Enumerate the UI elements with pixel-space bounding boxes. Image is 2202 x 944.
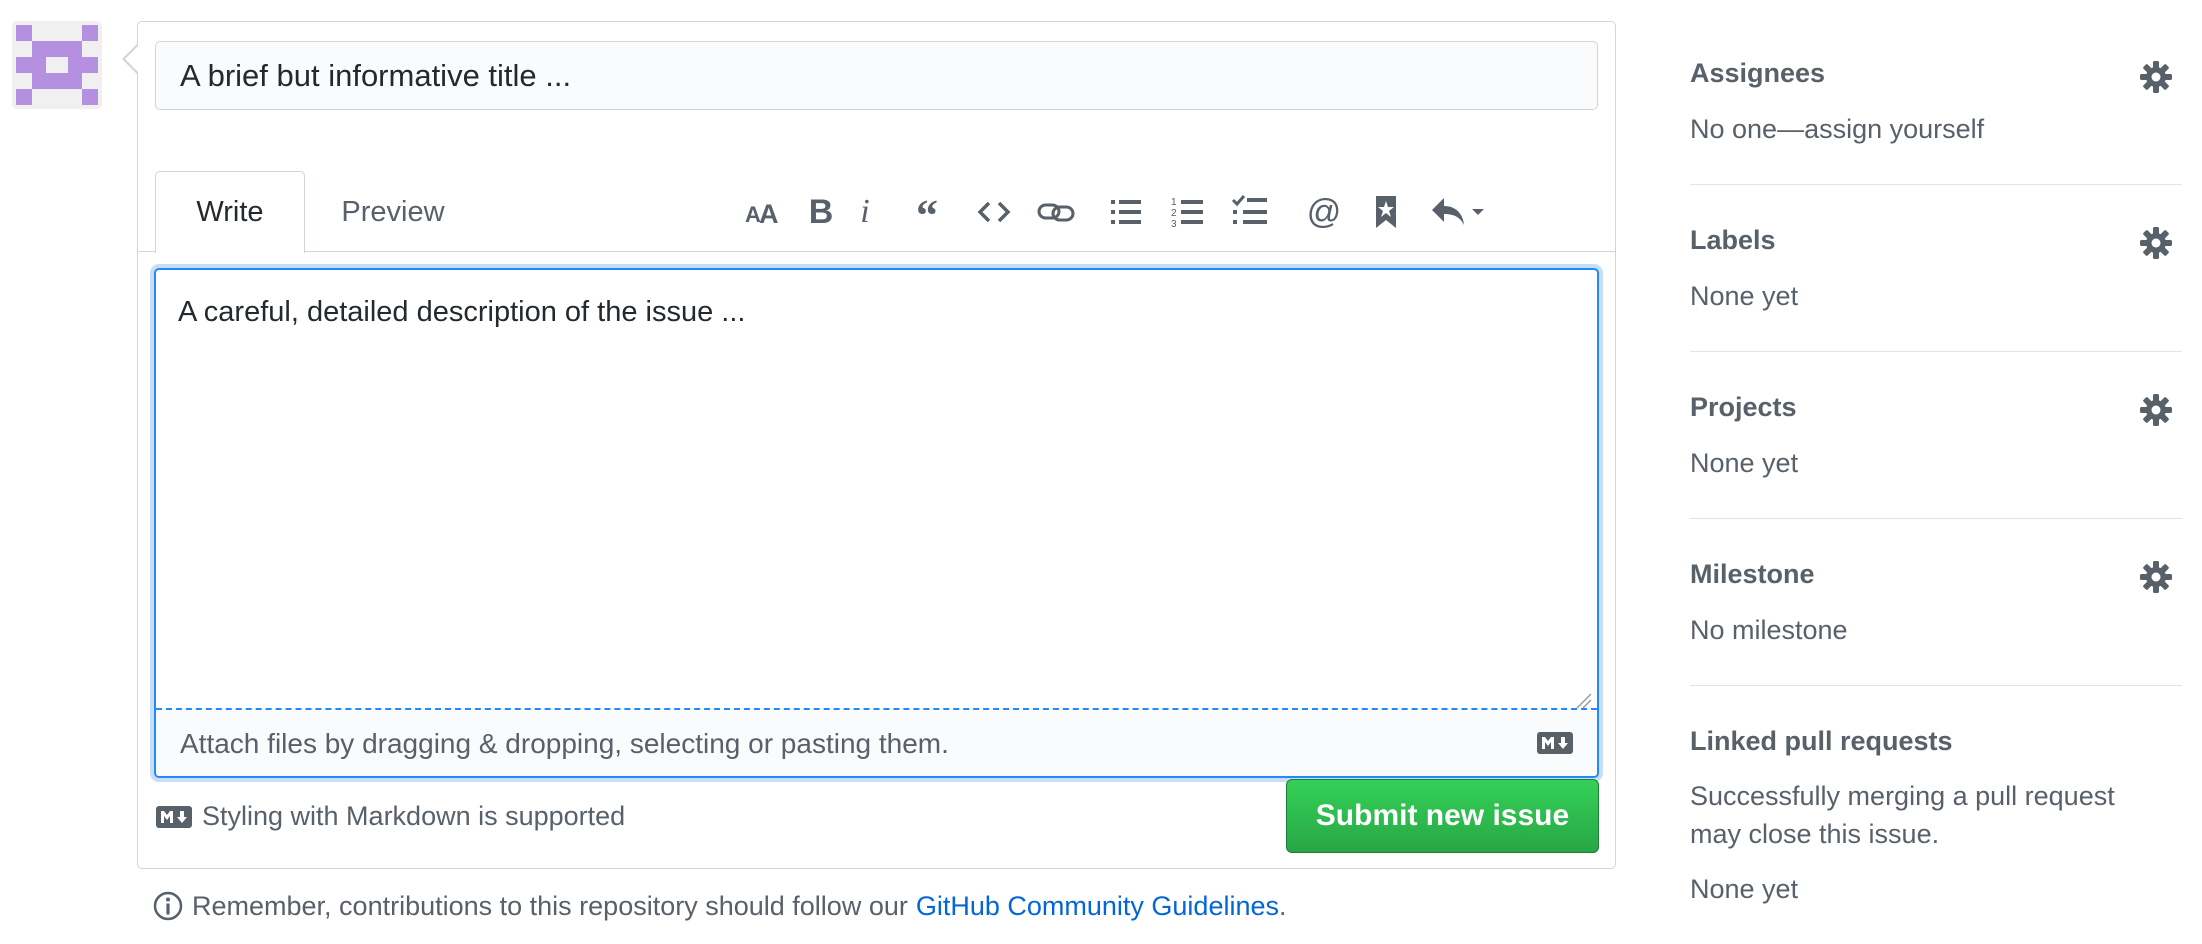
bold-icon[interactable]: B [799,190,843,234]
italic-icon[interactable]: i [843,190,887,234]
svg-text:A: A [759,199,779,229]
link-icon[interactable] [1034,190,1078,234]
community-guidelines-link[interactable]: GitHub Community Guidelines [916,891,1279,922]
linked-prs-description: Successfully merging a pull request may … [1690,781,2115,849]
svg-text:2: 2 [1171,208,1177,219]
contribution-guidelines-note: Remember, contributions to this reposito… [152,890,1287,922]
gear-icon[interactable] [2138,559,2174,595]
sidebar-milestone: Milestone No milestone [1690,519,2182,686]
sidebar-heading-milestone[interactable]: Milestone [1690,559,1815,590]
gear-icon[interactable] [2138,225,2174,261]
linked-prs-value: None yet [1690,874,1799,904]
labels-value: None yet [1690,281,1799,311]
issue-sidebar: Assignees No one—assign yourself Labels … [1690,0,2182,944]
sidebar-heading-linked-pull-requests: Linked pull requests [1690,726,1953,756]
submit-new-issue-button[interactable]: Submit new issue [1286,779,1599,853]
markdown-note-text[interactable]: Styling with Markdown is supported [202,801,625,832]
projects-value: None yet [1690,448,1799,478]
text-size-icon[interactable]: AA [741,190,785,234]
attach-files-text: Attach files by dragging & dropping, sel… [180,728,949,759]
markdown-support-note: Styling with Markdown is supported [156,801,625,832]
markdown-icon [156,805,192,828]
sidebar-heading-projects[interactable]: Projects [1690,392,1797,423]
task-list-icon[interactable] [1229,190,1273,234]
bookmark-icon[interactable] [1364,190,1408,234]
gear-icon[interactable] [2138,59,2174,95]
sidebar-heading-assignees[interactable]: Assignees [1690,58,1825,89]
guidelines-text: Remember, contributions to this reposito… [192,890,908,921]
editor-tabs: Write Preview AA B i “ 1 2 3 @ [138,152,1615,253]
ordered-list-icon[interactable]: 123 [1167,190,1211,234]
assignees-value[interactable]: No one—assign yourself [1690,110,1984,148]
issue-body-textarea[interactable]: A careful, detailed description of the i… [154,268,1599,778]
new-issue-form: Write Preview AA B i “ [122,21,1616,869]
markdown-toolbar: AA B i “ 1 2 3 @ [138,182,1615,242]
info-icon [153,891,183,921]
file-attach-dropzone[interactable]: Attach files by dragging & dropping, sel… [156,708,1597,776]
svg-text:“: “ [916,192,938,232]
avatar[interactable] [12,21,102,109]
svg-text:1: 1 [1171,197,1177,208]
svg-text:3: 3 [1171,219,1177,230]
gear-icon[interactable] [2138,392,2174,428]
sidebar-labels: Labels None yet [1690,185,2182,352]
quote-icon[interactable]: “ [910,190,954,234]
sidebar-projects: Projects None yet [1690,352,2182,519]
reply-icon[interactable] [1428,190,1488,234]
unordered-list-icon[interactable] [1105,190,1149,234]
issue-title-input[interactable] [155,41,1598,110]
milestone-value: No milestone [1690,615,1848,645]
code-icon[interactable] [972,190,1016,234]
markdown-icon[interactable] [1537,732,1573,754]
issue-body-text: A careful, detailed description of the i… [178,296,746,328]
guidelines-period: . [1279,890,1287,921]
sidebar-heading-labels[interactable]: Labels [1690,225,1776,256]
sidebar-assignees: Assignees No one—assign yourself [1690,0,2182,185]
mention-icon[interactable]: @ [1302,190,1346,234]
sidebar-linked-pull-requests: Linked pull requests Successfully mergin… [1690,686,2182,944]
resize-handle-icon[interactable] [1573,690,1593,710]
